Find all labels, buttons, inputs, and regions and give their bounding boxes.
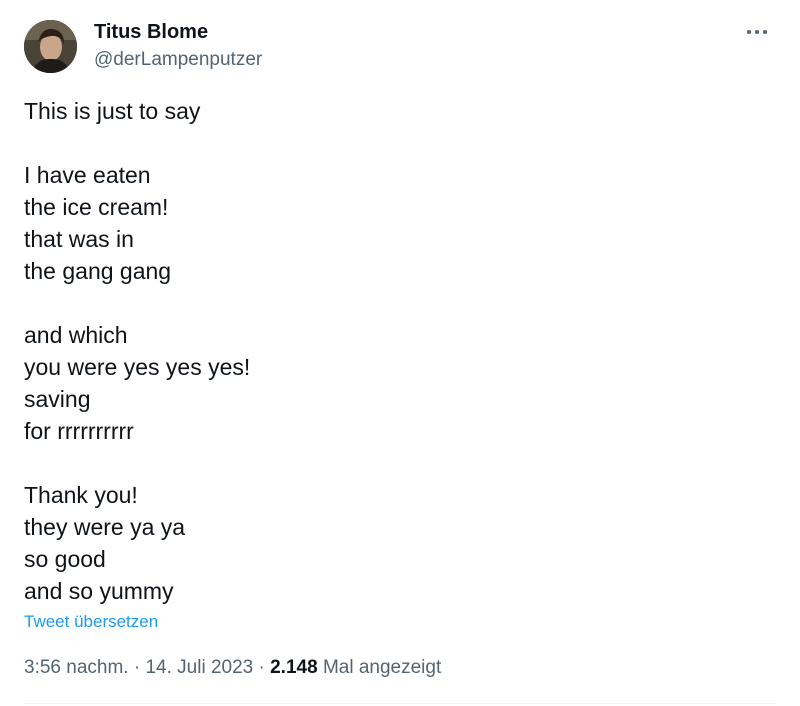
tweet-card: Titus Blome @derLampenputzer This is jus… bbox=[0, 0, 800, 706]
views-count: 2.148 bbox=[270, 657, 318, 678]
tweet-line: and so yummy bbox=[24, 578, 174, 604]
tweet-line: saving bbox=[24, 386, 91, 412]
avatar[interactable] bbox=[24, 20, 77, 73]
tweet-line: I have eaten bbox=[24, 162, 151, 188]
tweet-line: so good bbox=[24, 546, 106, 572]
tweet-line: that was in bbox=[24, 226, 134, 252]
tweet-line: Thank you! bbox=[24, 482, 138, 508]
meta-separator: · bbox=[133, 657, 141, 678]
tweet-text: This is just to say I have eaten the ice… bbox=[24, 95, 764, 607]
divider bbox=[24, 703, 776, 704]
author-name[interactable]: Titus Blome bbox=[94, 21, 208, 44]
tweet-line: the gang gang bbox=[24, 258, 172, 284]
author-handle[interactable]: @derLampenputzer bbox=[94, 49, 262, 71]
tweet-line: the ice cream! bbox=[24, 194, 169, 220]
tweet-header: Titus Blome @derLampenputzer bbox=[24, 20, 780, 76]
tweet-time-link[interactable]: 3:56 nachm. · 14. Juli 2023 bbox=[24, 657, 253, 678]
views-label: Mal angezeigt bbox=[322, 657, 442, 678]
meta-separator: · bbox=[258, 657, 265, 678]
more-horizontal-icon bbox=[747, 30, 767, 34]
tweet-line: you were yes yes yes! bbox=[24, 354, 251, 380]
more-options-button[interactable] bbox=[744, 22, 770, 42]
tweet-line: for rrrrrrrrrr bbox=[24, 418, 134, 444]
avatar-photo-icon bbox=[24, 20, 77, 73]
tweet-date: 14. Juli 2023 bbox=[145, 657, 254, 678]
tweet-meta: 3:56 nachm. · 14. Juli 2023 · 2.148 Mal … bbox=[24, 657, 441, 679]
tweet-line: they were ya ya bbox=[24, 514, 186, 540]
tweet-line: and which bbox=[24, 322, 128, 348]
tweet-line: This is just to say bbox=[24, 98, 201, 124]
translate-tweet-link[interactable]: Tweet übersetzen bbox=[24, 612, 158, 632]
tweet-time: 3:56 nachm. bbox=[24, 657, 129, 678]
